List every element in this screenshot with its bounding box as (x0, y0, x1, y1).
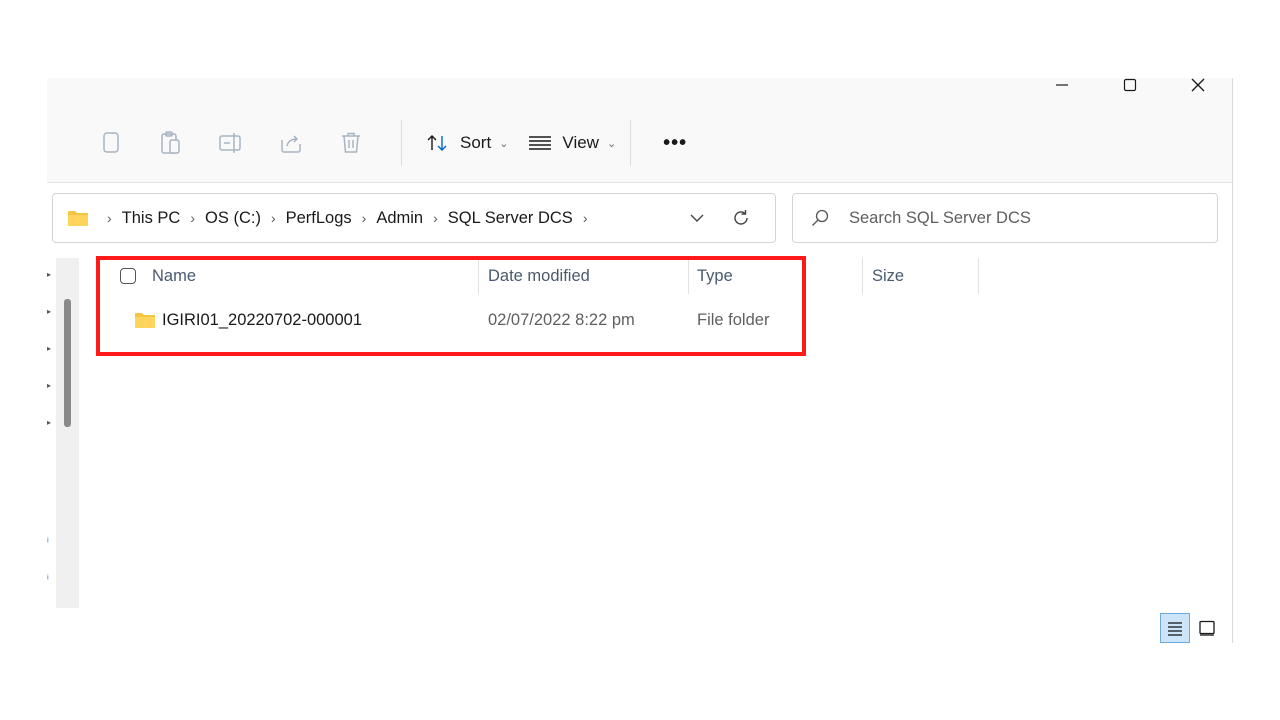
minimize-icon (1056, 84, 1068, 86)
command-toolbar: Sort ⌄ View ⌄ ••• (87, 120, 705, 166)
file-list: Name Date modified Type Size IGIRI01_202… (97, 258, 1197, 608)
table-row[interactable]: IGIRI01_20220702-000001 02/07/2022 8:22 … (97, 302, 857, 338)
breadcrumb-os-c[interactable]: OS (C:) (205, 209, 261, 228)
toolbar-separator (401, 120, 402, 166)
minimize-button[interactable] (1028, 78, 1096, 100)
chevron-right-icon[interactable]: › (433, 210, 438, 226)
chevron-right-icon[interactable]: › (271, 210, 276, 226)
more-icon: ••• (663, 131, 688, 154)
breadcrumb-this-pc[interactable]: This PC (122, 209, 181, 228)
refresh-icon (734, 210, 748, 225)
command-bar-area: Sort ⌄ View ⌄ ••• (47, 78, 1232, 183)
close-button[interactable] (1164, 78, 1232, 100)
expand-arrow-icon[interactable]: ▸ (47, 270, 51, 279)
delete-icon (342, 132, 360, 153)
rename-icon (219, 133, 241, 153)
row-name-cell: IGIRI01_20220702-000001 (134, 302, 362, 338)
column-header-date-modified[interactable]: Date modified (488, 258, 590, 294)
nav-item-marker-icon: ᵢ (47, 533, 49, 545)
address-bar[interactable]: › This PC › OS (C:) › PerfLogs › Admin ›… (52, 193, 776, 243)
delete-button[interactable] (327, 123, 375, 163)
details-view-icon (1168, 622, 1182, 636)
large-icons-view-button[interactable] (1192, 613, 1222, 643)
column-divider[interactable] (478, 258, 479, 294)
navigation-pane-scrollbar[interactable] (64, 299, 71, 427)
column-header-type[interactable]: Type (697, 258, 733, 294)
sort-icon (427, 135, 447, 151)
column-divider[interactable] (862, 258, 863, 294)
column-name-label: Name (152, 266, 197, 285)
paste-icon (161, 131, 180, 154)
sort-label: Sort (460, 133, 492, 152)
maximize-button[interactable] (1096, 78, 1164, 100)
share-button[interactable] (267, 123, 315, 163)
sort-button[interactable]: Sort ⌄ (416, 123, 518, 163)
chevron-right-icon[interactable]: › (190, 210, 195, 226)
breadcrumb-sql-server-dcs[interactable]: SQL Server DCS (448, 209, 573, 228)
chevron-down-icon: ⌄ (606, 137, 617, 150)
navigation-pane: ▸ ▸ ▸ ▸ ▸ ᵢ ᵢ (47, 258, 56, 608)
folder-icon (135, 313, 155, 328)
share-icon (281, 135, 301, 153)
expand-arrow-icon[interactable]: ▸ (47, 307, 51, 316)
column-type-label: Type (697, 266, 733, 285)
search-icon (812, 209, 829, 226)
search-input[interactable] (847, 207, 1211, 229)
chevron-right-icon[interactable]: › (583, 210, 588, 226)
view-button[interactable]: View ⌄ (518, 123, 626, 163)
window-controls (1028, 78, 1232, 100)
rename-button[interactable] (207, 123, 255, 163)
address-actions (675, 200, 775, 236)
details-view-button[interactable] (1160, 613, 1190, 643)
chevron-right-icon[interactable]: › (362, 210, 367, 226)
chevron-right-icon: › (107, 210, 112, 226)
maximize-icon (1123, 78, 1137, 92)
view-icon (529, 136, 552, 150)
expand-arrow-icon[interactable]: ▸ (47, 418, 51, 427)
breadcrumb-perflogs[interactable]: PerfLogs (286, 209, 352, 228)
column-divider[interactable] (978, 258, 979, 294)
view-label: View (562, 133, 599, 152)
row-date: 02/07/2022 8:22 pm (488, 310, 635, 329)
recent-locations-button[interactable] (675, 200, 719, 236)
file-explorer-window: Sort ⌄ View ⌄ ••• › This PC › OS (C:) › … (47, 78, 1233, 643)
breadcrumb: › This PC › OS (C:) › PerfLogs › Admin ›… (53, 209, 675, 228)
expand-arrow-icon[interactable]: ▸ (47, 344, 51, 353)
copy-button[interactable] (87, 123, 135, 163)
column-date-label: Date modified (488, 266, 590, 285)
toolbar-separator (630, 120, 632, 166)
nav-item-marker-icon: ᵢ (47, 570, 49, 582)
chevron-down-icon: ⌄ (499, 137, 509, 150)
large-icons-view-icon (1199, 620, 1215, 636)
close-icon (1191, 78, 1205, 92)
view-toggle (1158, 613, 1222, 643)
more-options-button[interactable]: ••• (645, 123, 705, 163)
row-date-cell: 02/07/2022 8:22 pm (488, 302, 635, 338)
breadcrumb-admin[interactable]: Admin (376, 209, 423, 228)
column-header-size[interactable]: Size (872, 258, 904, 294)
paste-button[interactable] (147, 123, 195, 163)
refresh-button[interactable] (719, 200, 763, 236)
column-size-label: Size (872, 266, 905, 285)
expand-arrow-icon[interactable]: ▸ (47, 381, 51, 390)
copy-icon (103, 132, 119, 153)
select-all-checkbox[interactable] (120, 268, 136, 284)
row-type-cell: File folder (697, 302, 769, 338)
chevron-down-icon (690, 214, 704, 222)
folder-icon (68, 211, 88, 226)
row-type: File folder (697, 310, 770, 329)
row-name: IGIRI01_20220702-000001 (162, 310, 362, 329)
column-divider[interactable] (688, 258, 689, 294)
column-header-name[interactable]: Name (120, 258, 196, 294)
search-box[interactable] (792, 193, 1218, 243)
